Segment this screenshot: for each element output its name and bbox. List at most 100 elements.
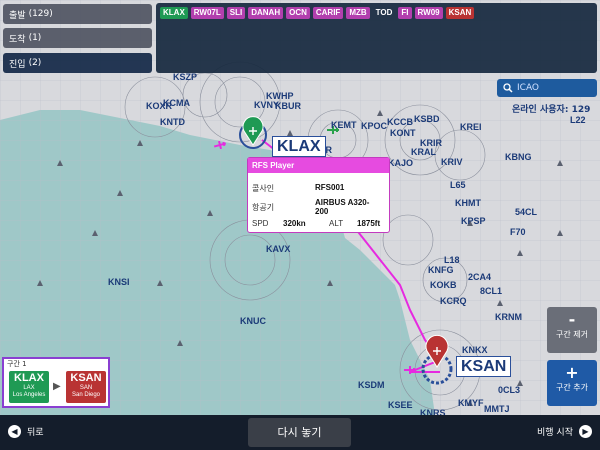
waypoint-chip[interactable]: FI xyxy=(398,7,412,19)
arrow-right-icon: ▶ xyxy=(53,381,61,392)
waypoint-chip[interactable]: SLI xyxy=(226,7,246,19)
map-airport-label: 54CL xyxy=(515,207,538,217)
callsign-value: RFS001 xyxy=(315,183,345,192)
segment-origin-iata: LAX xyxy=(23,385,35,391)
minus-icon: - xyxy=(568,310,576,329)
map-airport-label: KNTD xyxy=(160,117,185,127)
approach-label: 진입 xyxy=(9,59,26,70)
map-airport-label: KNKX xyxy=(462,345,488,355)
segment-origin-code: KLAX xyxy=(14,372,44,384)
map-airport-label: KEMT xyxy=(331,120,357,130)
map-airport-label: KSZP xyxy=(173,72,198,82)
segment-origin[interactable]: KLAX LAX Los Angeles xyxy=(9,371,49,403)
map-airport-label: KREI xyxy=(460,122,482,132)
waypoint-chip[interactable]: MZB xyxy=(346,7,370,19)
map-airport-label: KMYF xyxy=(458,398,484,408)
back-button[interactable]: ◀ 뒤로 xyxy=(8,425,44,438)
aircraft-value: AIRBUS A320-200 xyxy=(315,198,370,216)
map-airport-label: F70 xyxy=(510,227,526,237)
map-airport-label: L18 xyxy=(444,255,460,265)
map-airport-label: KOKB xyxy=(430,280,457,290)
online-users: 온라인 사용자: 129 xyxy=(512,102,590,115)
map-airport-label: KNFG xyxy=(428,265,454,275)
map-airport-label: KRAL xyxy=(411,147,436,157)
replay-button[interactable]: 다시 놓기 xyxy=(248,418,351,447)
map-airport-label: KRNM xyxy=(495,312,522,322)
map-airport-label: KAJO xyxy=(388,158,414,168)
segment-origin-city: Los Angeles xyxy=(12,392,46,398)
waypoint-chip[interactable]: OCN xyxy=(286,7,310,19)
popup-title: RFS Player xyxy=(248,158,389,173)
add-segment-button[interactable]: + 구간 추가 xyxy=(547,360,597,406)
map-airport-label: KSDM xyxy=(358,380,385,390)
waypoint-list: KLAX RW07L SLI DANAH OCN CARIF MZB TOD FI RW09 KSA… xyxy=(160,7,475,19)
segment-destination-iata: SAN xyxy=(79,385,93,391)
arrivals-label: 도착 xyxy=(9,34,26,45)
map-airport-label: KOXR xyxy=(146,101,173,111)
map-airport-label: MMTJ xyxy=(484,404,510,414)
map-airport-label: KAVX xyxy=(266,244,291,254)
add-segment-label: 구간 추가 xyxy=(556,383,588,392)
altitude-value: 1875ft xyxy=(357,219,381,228)
waypoint-chip[interactable]: TOD xyxy=(373,7,396,19)
start-flight-button[interactable]: 비행 시작 ▶ xyxy=(537,425,592,438)
map-airport-label: L22 xyxy=(570,115,586,125)
chevron-right-icon: ▶ xyxy=(579,425,592,438)
map-airport-label: 2CA4 xyxy=(468,272,492,282)
waypoint-chip[interactable]: RW07L xyxy=(190,7,224,19)
map-airport-label: 8CL1 xyxy=(480,286,503,296)
route-segment-card[interactable]: 구간 1 KLAX LAX Los Angeles ▶ KSAN SAN San… xyxy=(2,357,110,408)
map-airport-label: KSBD xyxy=(414,114,440,124)
altitude-label: ALT xyxy=(329,219,344,228)
waypoint-bar: KLAX RW07L SLI DANAH OCN CARIF MZB TOD FI RW09 KSA… xyxy=(156,3,597,73)
waypoint-chip[interactable]: CARIF xyxy=(312,7,344,19)
speed-value: 320kn xyxy=(283,219,306,228)
start-flight-label: 비행 시작 xyxy=(537,428,573,438)
segment-destination-code: KSAN xyxy=(70,372,102,384)
approach-count: (2) xyxy=(28,58,42,68)
waypoint-chip[interactable]: RW09 xyxy=(414,7,443,19)
map-airport-label: L65 xyxy=(450,180,466,190)
back-label: 뒤로 xyxy=(27,428,44,438)
map-airport-label: KCCB xyxy=(387,117,413,127)
map-airport-label: KPSP xyxy=(461,216,486,226)
destination-airport-label[interactable]: KSAN xyxy=(456,356,512,377)
aircraft-info-popup[interactable]: RFS Player 콜사인 RFS001 항공기 AIRBUS A320-20… xyxy=(247,157,390,233)
aircraft-label: 항공기 xyxy=(252,203,275,212)
waypoint-chip[interactable]: KLAX xyxy=(160,7,188,19)
map-airport-label: KRIV xyxy=(441,157,463,167)
arrivals-panel[interactable]: 도착 (1) xyxy=(3,28,152,48)
search-placeholder: ICAO xyxy=(517,83,540,93)
segment-destination-city: San Diego xyxy=(71,392,101,398)
map-airport-label: KONT xyxy=(390,128,416,138)
waypoint-chip[interactable]: DANAH xyxy=(248,7,284,19)
flight-planner-screen: KSZP KCMA KOXR KNTD KWHP KVNY KBUR KEMT KPOC KCCB… xyxy=(0,0,600,450)
online-users-label: 온라인 사용자: xyxy=(512,105,569,115)
remove-segment-button[interactable]: - 구간 제거 xyxy=(547,307,597,353)
map-airport-label: KNSI xyxy=(108,277,130,287)
map-airport-label: KHMT xyxy=(455,198,481,208)
map-airport-label: 0CL3 xyxy=(498,385,521,395)
approach-panel[interactable]: 진입 (2) xyxy=(3,53,152,73)
search-icon xyxy=(503,83,513,93)
callsign-label: 콜사인 xyxy=(252,184,275,193)
map-airport-label: KSEE xyxy=(388,400,413,410)
map-airport-label: KNUC xyxy=(240,316,266,326)
online-users-count: 129 xyxy=(571,105,591,115)
origin-airport-label[interactable]: KLAX xyxy=(272,136,326,157)
map-airport-label: KBUR xyxy=(275,101,301,111)
arrivals-count: (1) xyxy=(28,33,42,43)
segment-destination[interactable]: KSAN SAN San Diego xyxy=(66,371,106,403)
remove-segment-label: 구간 제거 xyxy=(556,330,588,339)
departures-label: 출발 xyxy=(9,10,26,21)
chevron-left-icon: ◀ xyxy=(8,425,21,438)
plus-icon: + xyxy=(565,363,579,382)
map-airport-label: KCRQ xyxy=(440,296,467,306)
segment-title: 구간 1 xyxy=(7,360,27,368)
waypoint-chip[interactable]: KSAN xyxy=(445,7,475,19)
departures-panel[interactable]: 출발 (129) xyxy=(3,4,152,24)
map-airport-label: KBNG xyxy=(505,152,532,162)
map-airport-label: KPOC xyxy=(361,121,388,131)
departures-count: (129) xyxy=(28,9,53,19)
icao-search-input[interactable]: ICAO xyxy=(497,79,597,97)
